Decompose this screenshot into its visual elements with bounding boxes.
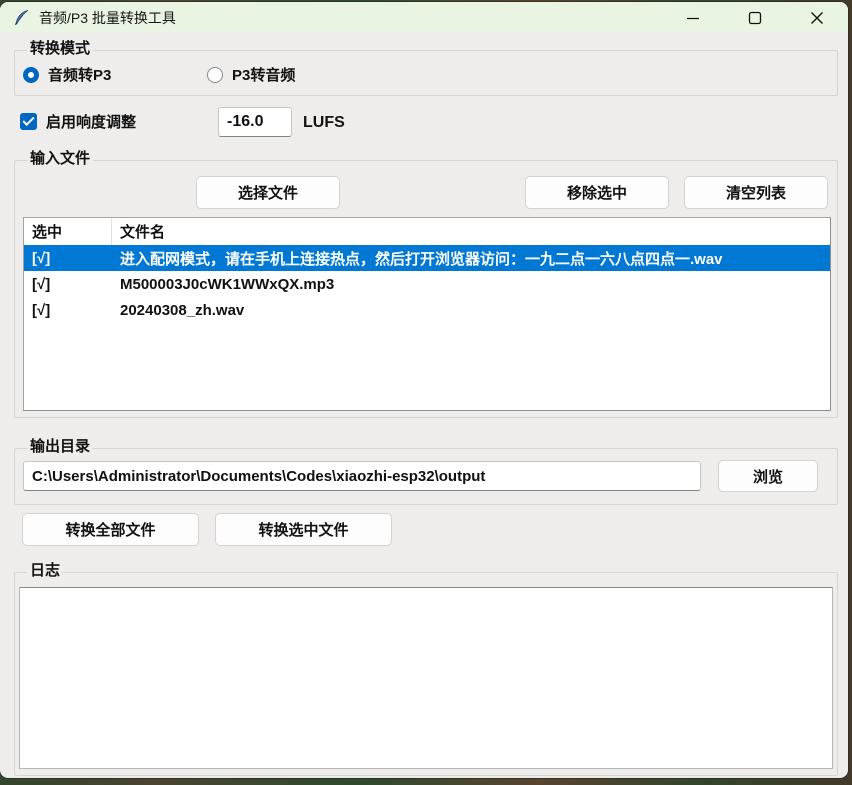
maximize-button[interactable] bbox=[724, 2, 786, 33]
log-textarea[interactable] bbox=[19, 587, 833, 769]
app-window: 音频/P3 批量转换工具 转换模式 音频转P3 P3转音频 bbox=[0, 2, 848, 778]
file-table-header: 选中 文件名 bbox=[24, 218, 830, 245]
loudness-row: 启用响度调整 bbox=[20, 111, 136, 132]
loudness-checkbox[interactable] bbox=[20, 113, 37, 130]
checkmark-icon bbox=[22, 114, 34, 126]
input-files-groupbox: 输入文件 选择文件 移除选中 清空列表 选中 文件名 [√] 进入配网模式，请在… bbox=[14, 160, 838, 418]
window-title: 音频/P3 批量转换工具 bbox=[39, 8, 176, 28]
output-dir-groupbox: 输出目录 浏览 bbox=[14, 448, 838, 505]
remove-selected-button[interactable]: 移除选中 bbox=[525, 176, 669, 209]
title-bar: 音频/P3 批量转换工具 bbox=[0, 2, 848, 33]
row-filename-cell: 进入配网模式，请在手机上连接热点，然后打开浏览器访问：一九二点一六八点四点一.w… bbox=[112, 248, 830, 269]
select-files-button-label: 选择文件 bbox=[238, 182, 298, 203]
browse-button[interactable]: 浏览 bbox=[718, 460, 818, 492]
row-filename-cell: 20240308_zh.wav bbox=[112, 302, 830, 319]
row-checked-cell: [√] bbox=[24, 276, 112, 293]
python-feather-icon bbox=[13, 9, 30, 26]
row-checked-cell: [√] bbox=[24, 302, 112, 319]
column-header-filename[interactable]: 文件名 bbox=[112, 218, 830, 245]
convert-selected-button[interactable]: 转换选中文件 bbox=[215, 513, 392, 546]
output-dir-groupbox-label: 输出目录 bbox=[27, 438, 93, 456]
log-groupbox: 日志 bbox=[14, 572, 838, 776]
table-row[interactable]: [√] 进入配网模式，请在手机上连接热点，然后打开浏览器访问：一九二点一六八点四… bbox=[24, 245, 830, 271]
convert-all-button[interactable]: 转换全部文件 bbox=[22, 513, 199, 546]
close-button[interactable] bbox=[786, 2, 848, 33]
file-table: 选中 文件名 [√] 进入配网模式，请在手机上连接热点，然后打开浏览器访问：一九… bbox=[23, 217, 831, 411]
clear-list-button-label: 清空列表 bbox=[726, 182, 786, 203]
lufs-unit-label: LUFS bbox=[303, 114, 345, 132]
lufs-input[interactable] bbox=[218, 107, 292, 137]
close-icon bbox=[810, 11, 824, 25]
radio-unselected-icon bbox=[207, 67, 223, 83]
radio-p3-to-audio-label: P3转音频 bbox=[232, 64, 295, 85]
minimize-button[interactable] bbox=[662, 2, 724, 33]
radio-p3-to-audio[interactable]: P3转音频 bbox=[207, 64, 295, 85]
mode-groupbox-label: 转换模式 bbox=[27, 40, 93, 58]
table-row[interactable]: [√] 20240308_zh.wav bbox=[24, 297, 830, 323]
log-groupbox-label: 日志 bbox=[27, 562, 63, 580]
remove-selected-button-label: 移除选中 bbox=[567, 182, 627, 203]
row-filename-cell: M500003J0cWK1WWxQX.mp3 bbox=[112, 276, 830, 293]
loudness-checkbox-label: 启用响度调整 bbox=[46, 111, 136, 132]
radio-selected-icon bbox=[23, 67, 39, 83]
radio-audio-to-p3[interactable]: 音频转P3 bbox=[23, 64, 111, 85]
clear-list-button[interactable]: 清空列表 bbox=[684, 176, 828, 209]
table-row[interactable]: [√] M500003J0cWK1WWxQX.mp3 bbox=[24, 271, 830, 297]
column-header-checked[interactable]: 选中 bbox=[24, 218, 112, 245]
row-checked-cell: [√] bbox=[24, 250, 112, 267]
output-dir-input[interactable] bbox=[23, 461, 701, 491]
radio-audio-to-p3-label: 音频转P3 bbox=[48, 64, 111, 85]
browse-button-label: 浏览 bbox=[753, 466, 783, 487]
mode-groupbox: 转换模式 音频转P3 P3转音频 bbox=[14, 50, 838, 96]
minimize-icon bbox=[686, 11, 700, 25]
convert-all-button-label: 转换全部文件 bbox=[65, 519, 155, 540]
input-files-groupbox-label: 输入文件 bbox=[27, 150, 93, 168]
convert-selected-button-label: 转换选中文件 bbox=[258, 519, 348, 540]
select-files-button[interactable]: 选择文件 bbox=[196, 176, 340, 209]
maximize-icon bbox=[748, 11, 762, 25]
